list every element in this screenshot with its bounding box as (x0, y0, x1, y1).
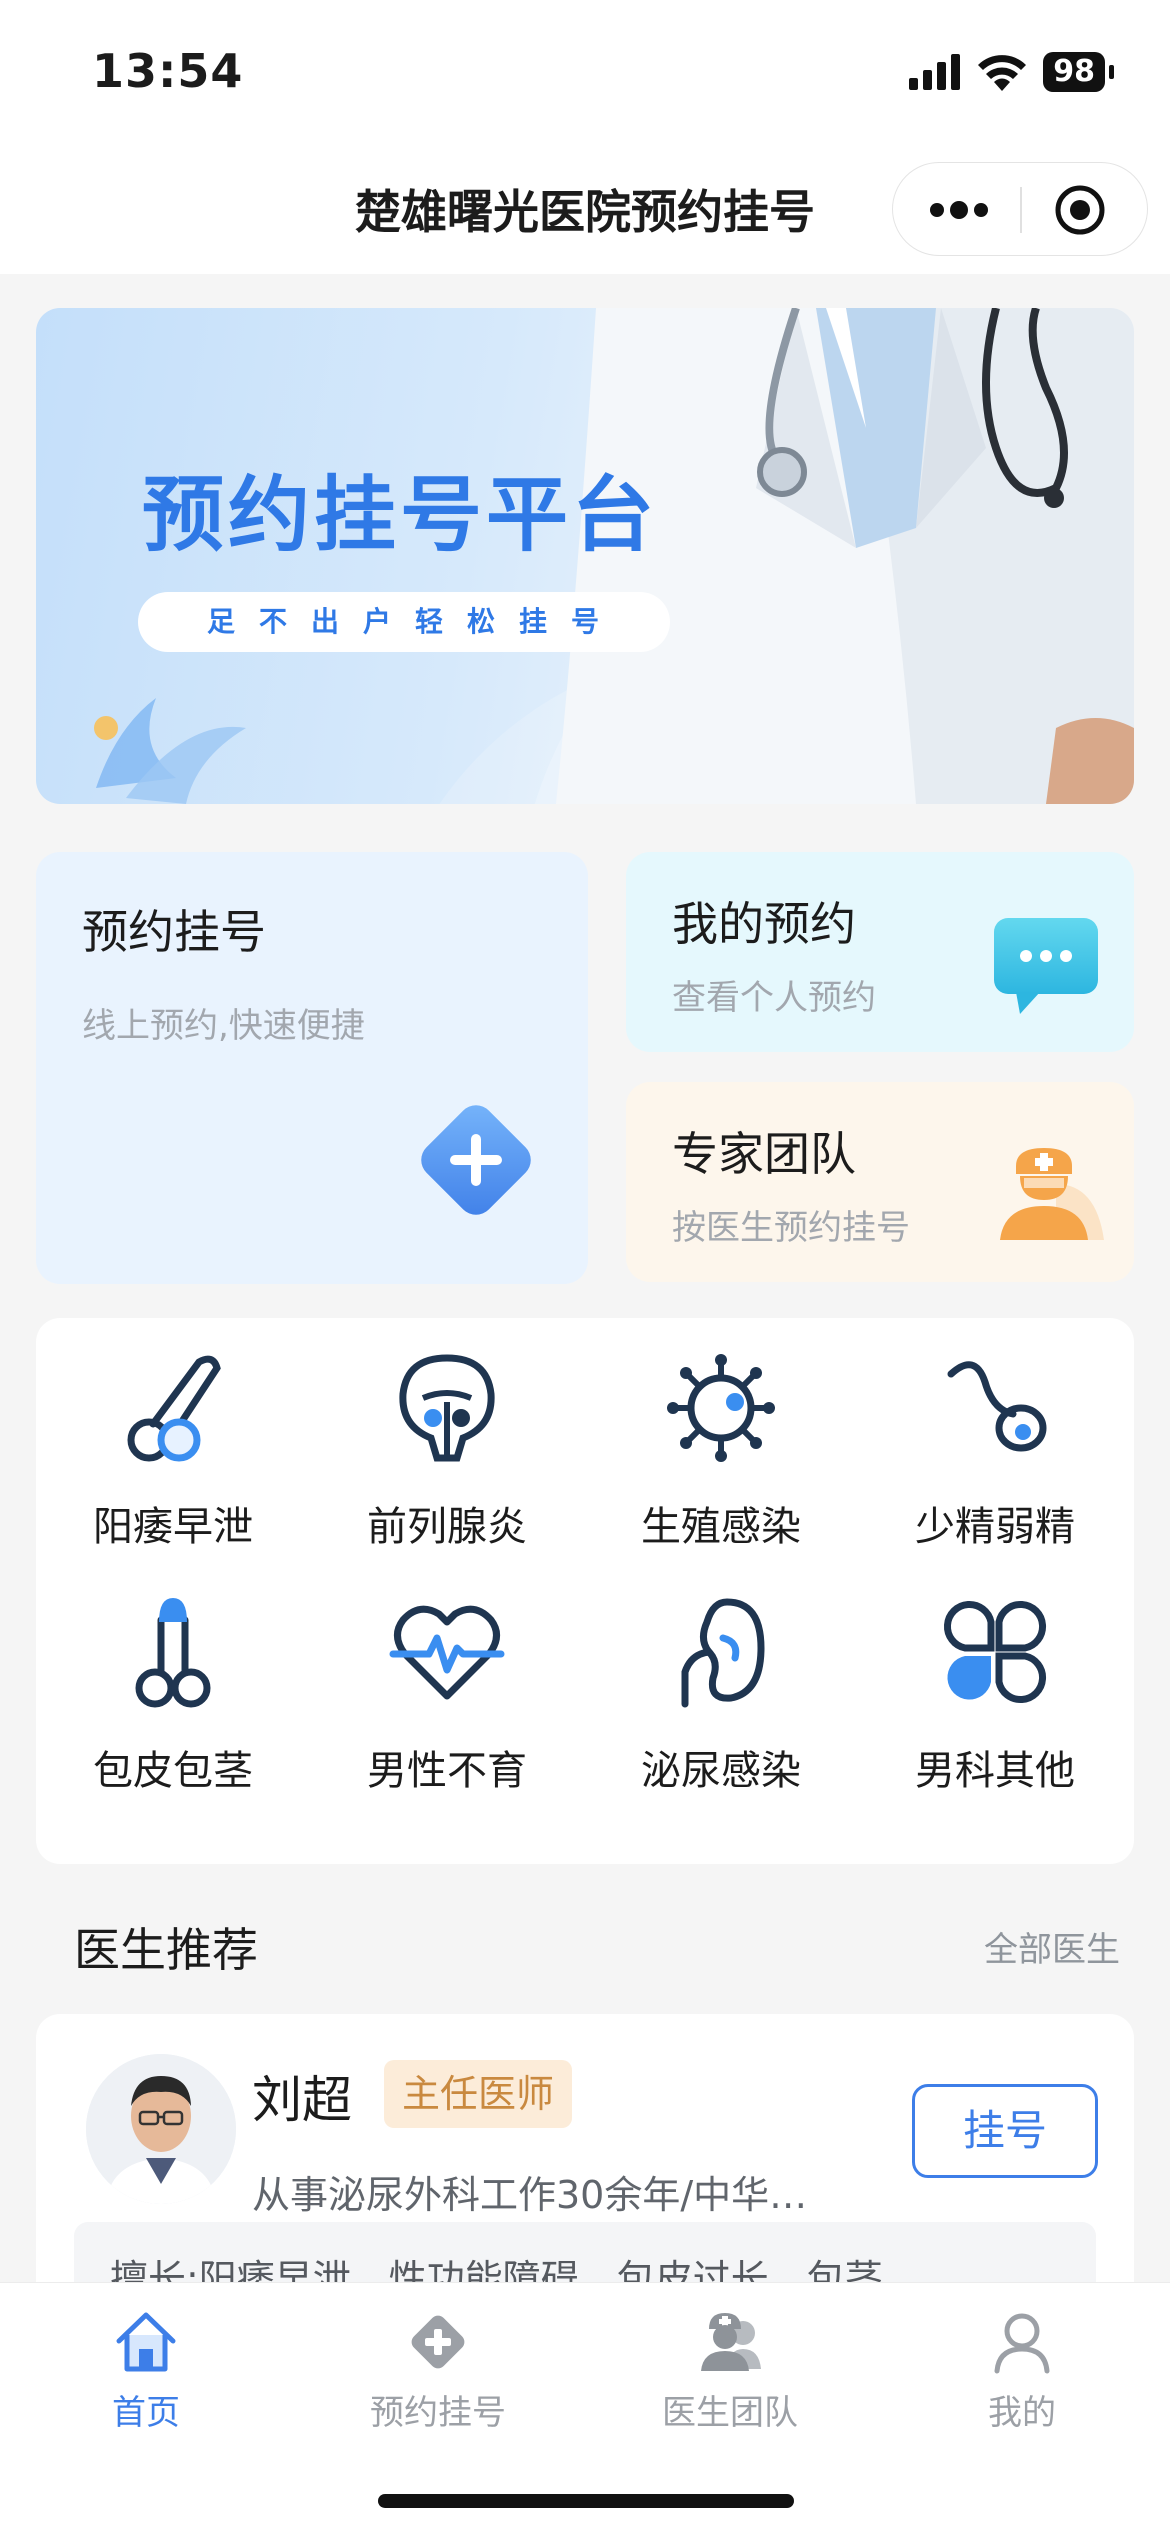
kidney-icon (681, 1598, 765, 1708)
banner-title: 预约挂号平台 (142, 468, 659, 563)
home-indicator (378, 2494, 794, 2508)
mini-program-capsule (892, 162, 1148, 256)
book-doctor-button[interactable]: 挂号 (912, 2084, 1098, 2178)
battery-level: 98 (1043, 52, 1105, 92)
category-label: 前列腺炎 (367, 1504, 527, 1550)
virus-icon (667, 1354, 775, 1462)
more-icon[interactable] (927, 193, 991, 227)
battery-icon (1109, 65, 1114, 79)
home-icon (116, 2312, 176, 2372)
book-appointment-card[interactable]: 预约挂号 线上预约,快速便捷 (36, 852, 588, 1284)
tab-label: 首页 (112, 2393, 180, 2433)
category-label: 阳痿早泄 (93, 1504, 253, 1550)
doctors-icon (701, 2313, 761, 2371)
all-doctors-link[interactable]: 全部医生 (984, 1922, 1120, 1971)
category-label: 少精弱精 (915, 1504, 1075, 1550)
wifi-icon (978, 55, 1027, 91)
category-item[interactable]: 男性不育 (310, 1592, 584, 1822)
doctor-icon (1000, 1148, 1104, 1240)
doctors-section-title: 医生推荐 (74, 1923, 258, 1977)
category-item[interactable]: 少精弱精 (858, 1348, 1132, 1578)
testis-icon (127, 1355, 221, 1462)
book-card-subtitle: 线上预约,快速便捷 (82, 1006, 365, 1046)
user-icon (994, 2313, 1050, 2374)
mine-card-title: 我的预约 (672, 897, 856, 951)
status-time: 13:54 (92, 44, 244, 98)
capsule-divider (1020, 187, 1022, 233)
banner-subtitle: 足不出户轻松挂号 (138, 592, 670, 652)
expert-team-card[interactable]: 专家团队 按医生预约挂号 (626, 1082, 1134, 1282)
mine-card-subtitle: 查看个人预约 (672, 978, 876, 1018)
category-label: 泌尿感染 (641, 1748, 801, 1794)
doctor-title-badge: 主任医师 (384, 2060, 573, 2128)
prostate-icon (399, 1354, 495, 1462)
team-card-subtitle: 按医生预约挂号 (672, 1208, 910, 1248)
category-item[interactable]: 生殖感染 (584, 1348, 858, 1578)
nav-bar: 楚雄曙光医院预约挂号 (0, 150, 1170, 274)
category-item[interactable]: 阳痿早泄 (36, 1348, 310, 1578)
doctor-avatar (86, 2054, 236, 2204)
category-item[interactable]: 包皮包茎 (36, 1592, 310, 1822)
status-bar: 13:54 98 (0, 0, 1170, 150)
heart-pulse-icon (389, 1605, 505, 1700)
category-item[interactable]: 前列腺炎 (310, 1348, 584, 1578)
category-label: 生殖感染 (641, 1504, 801, 1550)
book-card-title: 预约挂号 (82, 905, 266, 959)
tab-home[interactable]: 首页 (0, 2293, 292, 2443)
category-grid: 阳痿早泄 前列腺炎 生殖感染 少精弱精 包皮包茎 男性不育 泌尿感染 男科其他 (36, 1318, 1134, 1864)
clover-icon (943, 1600, 1047, 1704)
doctor-photo (86, 2054, 236, 2204)
category-item[interactable]: 男科其他 (858, 1592, 1132, 1822)
team-card-title: 专家团队 (672, 1127, 856, 1181)
add-appointment-icon[interactable] (404, 1088, 548, 1232)
tab-label: 医生团队 (662, 2393, 798, 2433)
doctor-description: 从事泌尿外科工作30余年/中华… (252, 2173, 808, 2217)
doctor-name: 刘超 (252, 2071, 352, 2129)
category-label: 男性不育 (367, 1748, 527, 1794)
medical-cross-icon (411, 2315, 465, 2369)
close-target-icon[interactable] (1053, 183, 1107, 237)
category-label: 包皮包茎 (93, 1748, 253, 1794)
tab-doctors[interactable]: 医生团队 (584, 2293, 876, 2443)
cellular-signal-icon (909, 54, 961, 90)
promo-banner[interactable]: 预约挂号平台 足不出户轻松挂号 (36, 308, 1134, 804)
my-appointments-card[interactable]: 我的预约 查看个人预约 (626, 852, 1134, 1052)
tab-label: 预约挂号 (370, 2393, 506, 2433)
penis-icon (135, 1598, 211, 1708)
page: 13:54 98 楚雄曙光医院预约挂号 预约挂号平台 足不出户轻松挂号 预约挂号… (0, 0, 1170, 2532)
category-item[interactable]: 泌尿感染 (584, 1592, 858, 1822)
tab-label: 我的 (988, 2393, 1056, 2433)
chat-bubble-icon (994, 918, 1098, 1014)
tab-mine[interactable]: 我的 (876, 2293, 1168, 2443)
category-label: 男科其他 (915, 1748, 1075, 1794)
tab-booking[interactable]: 预约挂号 (292, 2293, 584, 2443)
status-icons: 98 (909, 50, 1114, 94)
sperm-icon (947, 1361, 1047, 1452)
